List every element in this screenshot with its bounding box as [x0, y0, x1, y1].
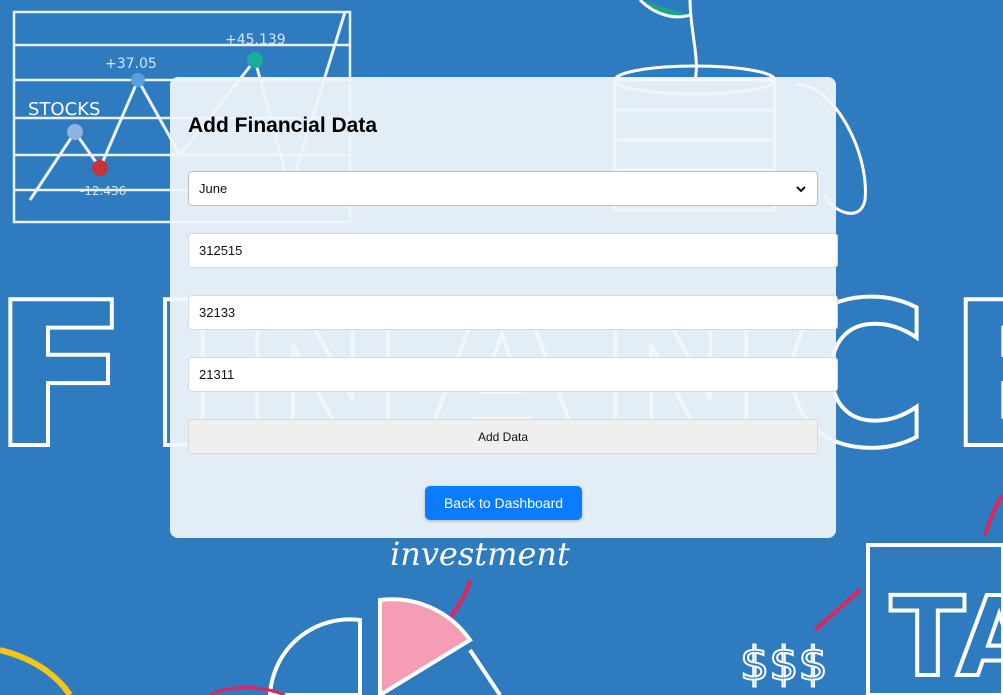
investment-label: investment — [390, 535, 570, 573]
add-financial-data-card: Add Financial Data June 312515 32133 213… — [170, 77, 838, 538]
amount-field-2[interactable]: 32133 — [188, 295, 838, 330]
back-to-dashboard-button[interactable]: Back to Dashboard — [425, 486, 582, 520]
stock-gain-label: +45.139 — [225, 32, 286, 48]
amount-field-3-value: 21311 — [199, 367, 235, 382]
stock-loss-label: -12.436 — [80, 184, 126, 198]
month-select[interactable]: June — [188, 171, 818, 206]
dollar-signs: $$$ — [740, 637, 828, 691]
month-select-value: June — [199, 181, 228, 196]
stocks-label: STOCKS — [28, 99, 100, 120]
amount-field-1-value: 312515 — [199, 243, 243, 258]
tax-letters: TA — [890, 573, 1003, 695]
stock-point — [247, 52, 263, 68]
stock-point — [67, 124, 83, 140]
add-data-button[interactable]: Add Data — [188, 419, 818, 454]
amount-field-1[interactable]: 312515 — [188, 233, 838, 268]
amount-field-3[interactable]: 21311 — [188, 357, 838, 392]
chevron-down-icon — [796, 185, 806, 192]
stock-point — [131, 73, 145, 87]
page-title: Add Financial Data — [188, 114, 378, 137]
stock-gain-label: +37.05 — [105, 56, 157, 72]
amount-field-2-value: 32133 — [199, 305, 236, 320]
stock-point — [92, 160, 108, 176]
